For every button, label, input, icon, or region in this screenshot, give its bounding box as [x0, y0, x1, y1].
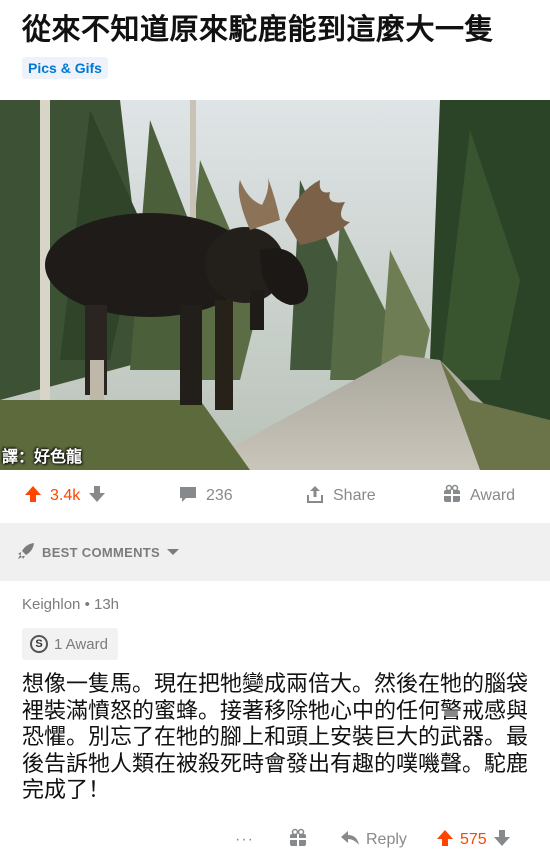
comment-body: 想像一隻馬。現在把牠變成兩倍大。然後在牠的腦袋裡裝滿憤怒的蜜蜂。接著移除牠心中的…: [22, 672, 529, 803]
meta-separator: •: [84, 596, 94, 613]
silver-award-icon: S: [30, 635, 48, 653]
post-action-bar: 3.4k 236 Share Award: [0, 470, 550, 522]
comment-meta: Keighlon • 13h: [22, 596, 119, 613]
chevron-down-icon: [166, 545, 180, 560]
upvote-arrow-icon[interactable]: [24, 485, 42, 508]
comment-author[interactable]: Keighlon: [22, 596, 80, 613]
award-label: Award: [470, 487, 516, 504]
comment-sort-bar[interactable]: BEST COMMENTS: [0, 523, 550, 581]
moose-photo: [0, 100, 550, 470]
comment-bubble-icon: [178, 485, 198, 508]
comment-score: 575: [460, 831, 487, 848]
post-score: 3.4k: [50, 487, 81, 504]
gift-icon: [442, 484, 462, 509]
reply-label: Reply: [366, 831, 407, 848]
downvote-arrow-icon[interactable]: [493, 829, 511, 852]
share-icon: [305, 484, 325, 509]
more-dots-icon: ···: [235, 831, 254, 848]
gift-icon: [288, 828, 308, 853]
award-count-label: 1 Award: [54, 635, 108, 653]
comment-vote-control: 575: [436, 820, 511, 860]
rocket-icon: [16, 541, 36, 564]
comment-action-bar: ··· Reply 575: [0, 820, 550, 860]
downvote-arrow-icon[interactable]: [88, 485, 106, 508]
sort-label: BEST COMMENTS: [42, 544, 161, 560]
share-button[interactable]: Share: [305, 470, 376, 522]
comment-award[interactable]: S 1 Award: [22, 628, 118, 660]
give-award-button[interactable]: [288, 820, 308, 860]
share-label: Share: [333, 487, 376, 504]
reply-arrow-icon: [340, 830, 360, 851]
comment-age: 13h: [93, 596, 120, 613]
image-caption: 譯：好色龍: [2, 447, 83, 466]
post-title: 從來不知道原來駝鹿能到這麼大一隻: [22, 12, 495, 46]
reply-button[interactable]: Reply: [340, 820, 407, 860]
vote-control: 3.4k: [24, 470, 106, 522]
post-flair[interactable]: Pics & Gifs: [22, 57, 108, 79]
more-options-button[interactable]: ···: [235, 820, 254, 860]
comment-count: 236: [206, 487, 233, 504]
post-image[interactable]: 譯：好色龍: [0, 100, 550, 470]
comments-button[interactable]: 236: [178, 470, 233, 522]
upvote-arrow-icon[interactable]: [436, 829, 454, 852]
award-button[interactable]: Award: [442, 470, 515, 522]
